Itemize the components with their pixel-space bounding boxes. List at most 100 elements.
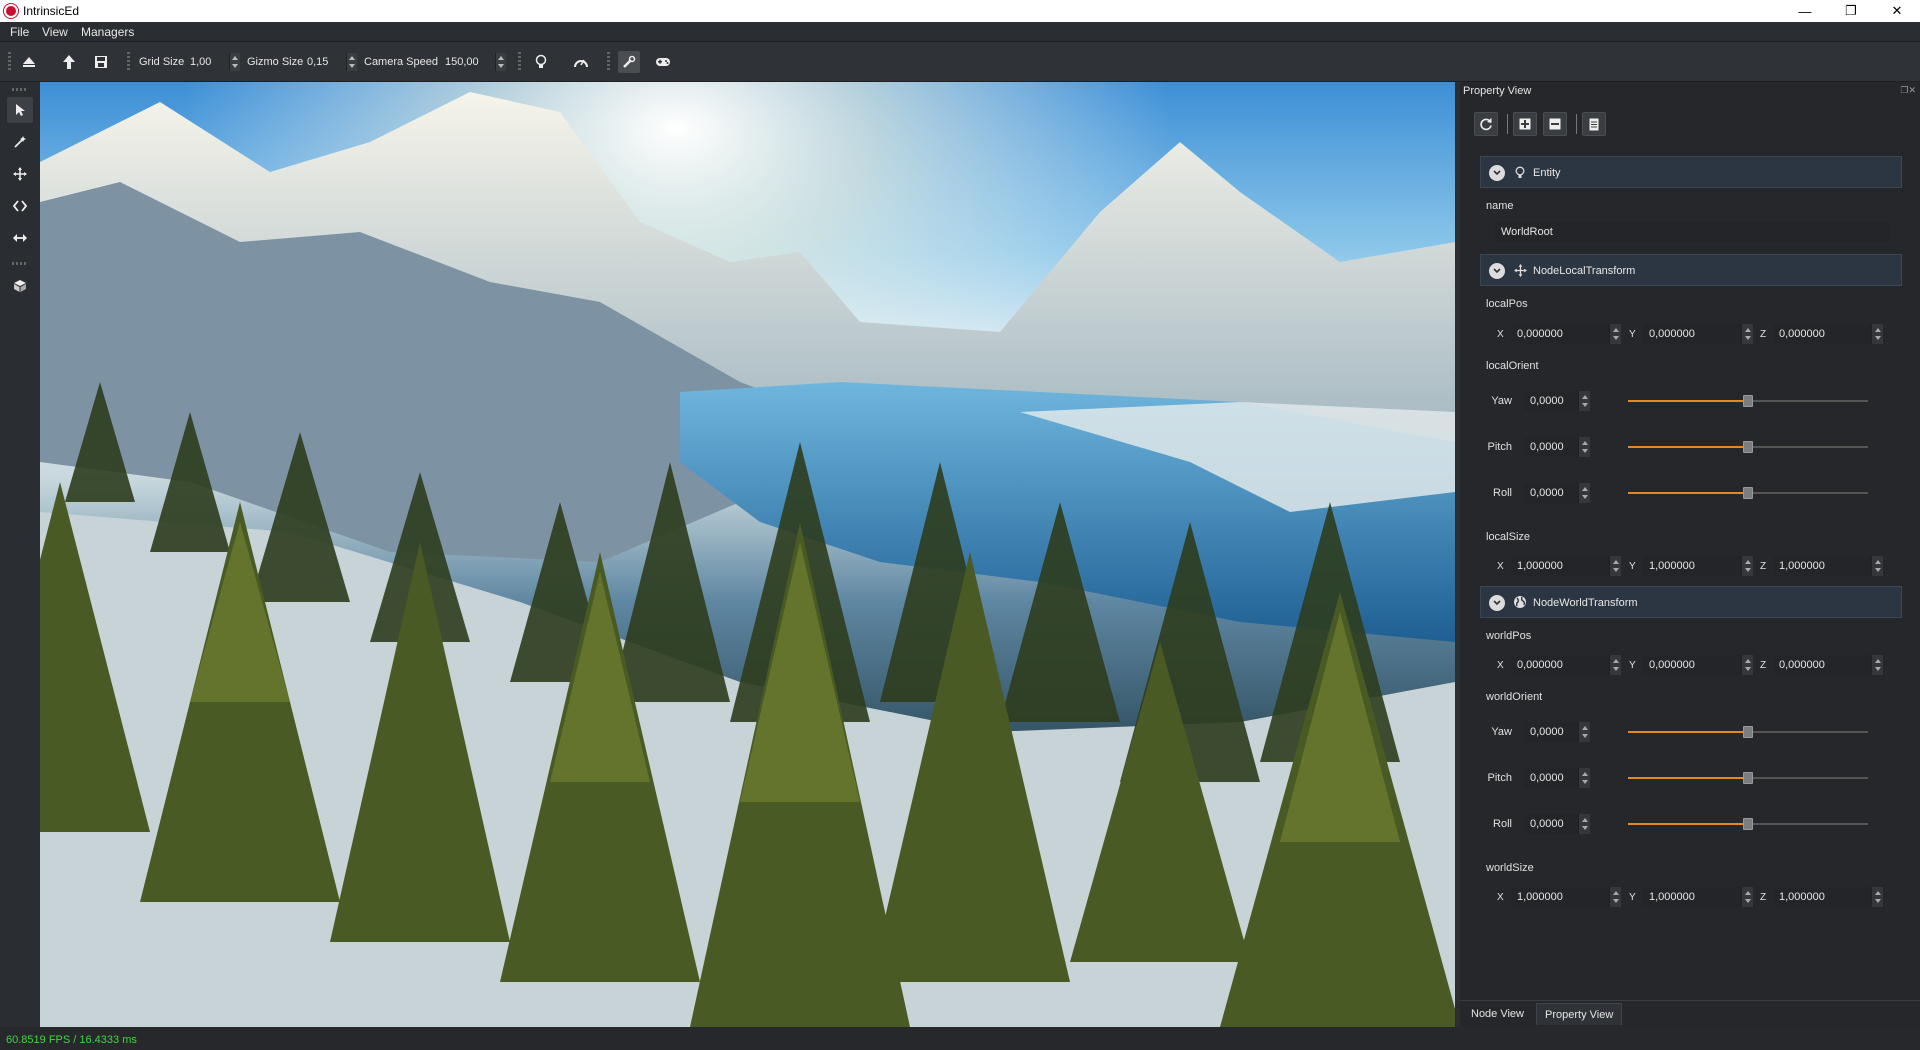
world-size-x-field[interactable]: 1,000000 (1511, 887, 1621, 907)
slider-handle[interactable] (1743, 818, 1753, 830)
spin-arrows-icon[interactable] (1871, 324, 1883, 344)
local-pitch-slider[interactable] (1628, 441, 1868, 453)
eject-icon[interactable] (18, 51, 40, 73)
toolbar-separator (1576, 114, 1577, 134)
local-roll-field[interactable]: 0,0000 (1524, 483, 1590, 503)
local-pitch-field[interactable]: 0,0000 (1524, 437, 1590, 457)
camera-speed-spinbox[interactable]: 150,00 (443, 53, 506, 71)
code-brackets-icon[interactable] (7, 193, 33, 219)
world-yaw-slider[interactable] (1628, 726, 1868, 738)
magic-wand-icon[interactable] (7, 129, 33, 155)
document-icon[interactable] (1582, 112, 1606, 136)
spin-arrows-icon[interactable] (229, 53, 240, 71)
lightbulb-icon[interactable] (530, 51, 552, 73)
add-component-icon[interactable] (1513, 112, 1537, 136)
spin-arrows-icon[interactable] (1741, 324, 1753, 344)
yaw-label: Yaw (1491, 395, 1512, 407)
section-world-transform-header[interactable]: NodeWorldTransform (1480, 586, 1902, 618)
grid-size-spinbox[interactable]: 1,00 (188, 53, 240, 71)
menu-view[interactable]: View (42, 25, 68, 39)
spin-arrows-icon[interactable] (1578, 768, 1590, 788)
spin-arrows-icon[interactable] (1609, 324, 1621, 344)
chevron-down-icon[interactable] (1489, 165, 1505, 181)
slider-handle[interactable] (1743, 441, 1753, 453)
select-pointer-icon[interactable] (7, 97, 33, 123)
move-arrows-icon[interactable] (7, 161, 33, 187)
tab-node-view[interactable]: Node View (1463, 1003, 1532, 1025)
local-size-x-field[interactable]: 1,000000 (1511, 556, 1621, 576)
local-size-y-field[interactable]: 1,000000 (1643, 556, 1753, 576)
world-pitch-field[interactable]: 0,0000 (1524, 768, 1590, 788)
save-icon[interactable] (90, 51, 112, 73)
world-pos-z-field[interactable]: 0,000000 (1773, 655, 1883, 675)
world-size-z-field[interactable]: 1,000000 (1773, 887, 1883, 907)
section-local-transform-header[interactable]: NodeLocalTransform (1480, 254, 1902, 286)
chevron-down-icon[interactable] (1489, 595, 1505, 611)
spin-arrows-icon[interactable] (1871, 887, 1883, 907)
spin-arrows-icon[interactable] (1741, 556, 1753, 576)
world-pos-y-field[interactable]: 0,000000 (1643, 655, 1753, 675)
scale-horizontal-icon[interactable] (7, 225, 33, 251)
spin-arrows-icon[interactable] (1871, 655, 1883, 675)
world-pitch-slider[interactable] (1628, 772, 1868, 784)
gizmo-size-value: 0,15 (307, 56, 329, 68)
toolstrip-grip[interactable] (12, 262, 28, 265)
spin-arrows-icon[interactable] (1741, 655, 1753, 675)
gamepad-icon[interactable] (652, 51, 674, 73)
dashboard-gauge-icon[interactable] (570, 51, 592, 73)
spin-arrows-icon[interactable] (346, 53, 357, 71)
tab-property-view[interactable]: Property View (1536, 1003, 1623, 1025)
name-field[interactable]: WorldRoot (1495, 222, 1890, 242)
slider-handle[interactable] (1743, 395, 1753, 407)
roll-label: Roll (1493, 818, 1512, 830)
spin-arrows-icon[interactable] (1609, 556, 1621, 576)
menu-managers[interactable]: Managers (81, 25, 134, 39)
scene-viewport[interactable] (40, 82, 1455, 1027)
spin-arrows-icon[interactable] (1609, 655, 1621, 675)
gizmo-size-spinbox[interactable]: 0,15 (305, 53, 357, 71)
up-arrow-icon[interactable] (58, 51, 80, 73)
toolbar-grip[interactable] (518, 52, 521, 72)
panel-float-close-icon[interactable]: ❐✕ (1900, 85, 1916, 96)
slider-handle[interactable] (1743, 487, 1753, 499)
refresh-icon[interactable] (1474, 112, 1498, 136)
world-size-y-field[interactable]: 1,000000 (1643, 887, 1753, 907)
remove-component-icon[interactable] (1543, 112, 1567, 136)
minimize-button[interactable]: — (1782, 0, 1828, 22)
spin-arrows-icon[interactable] (1609, 887, 1621, 907)
restore-button[interactable]: ❐ (1828, 0, 1874, 22)
toolstrip-grip[interactable] (12, 88, 28, 91)
wrench-icon[interactable] (618, 51, 640, 73)
toolbar-grip[interactable] (8, 52, 11, 72)
spin-arrows-icon[interactable] (1741, 887, 1753, 907)
spin-arrows-icon[interactable] (1871, 556, 1883, 576)
chevron-down-icon[interactable] (1489, 263, 1505, 279)
value-text: 0,0000 (1530, 441, 1564, 453)
spin-arrows-icon[interactable] (1578, 483, 1590, 503)
slider-handle[interactable] (1743, 772, 1753, 784)
spin-arrows-icon[interactable] (495, 53, 506, 71)
slider-handle[interactable] (1743, 726, 1753, 738)
local-pos-z-field[interactable]: 0,000000 (1773, 324, 1883, 344)
local-pos-y-field[interactable]: 0,000000 (1643, 324, 1753, 344)
cube-icon[interactable] (7, 273, 33, 299)
close-button[interactable]: ✕ (1874, 0, 1920, 22)
section-entity-header[interactable]: Entity (1480, 156, 1902, 188)
local-yaw-slider[interactable] (1628, 395, 1868, 407)
axis-z-label: Z (1760, 329, 1767, 340)
world-roll-slider[interactable] (1628, 818, 1868, 830)
local-yaw-field[interactable]: 0,0000 (1524, 391, 1590, 411)
spin-arrows-icon[interactable] (1578, 437, 1590, 457)
spin-arrows-icon[interactable] (1578, 391, 1590, 411)
spin-arrows-icon[interactable] (1578, 722, 1590, 742)
toolbar-grip[interactable] (607, 52, 610, 72)
local-size-z-field[interactable]: 1,000000 (1773, 556, 1883, 576)
world-roll-field[interactable]: 0,0000 (1524, 814, 1590, 834)
spin-arrows-icon[interactable] (1578, 814, 1590, 834)
local-pos-x-field[interactable]: 0,000000 (1511, 324, 1621, 344)
world-pos-x-field[interactable]: 0,000000 (1511, 655, 1621, 675)
menu-file[interactable]: File (10, 25, 29, 39)
local-roll-slider[interactable] (1628, 487, 1868, 499)
world-yaw-field[interactable]: 0,0000 (1524, 722, 1590, 742)
toolbar-grip[interactable] (127, 52, 130, 72)
